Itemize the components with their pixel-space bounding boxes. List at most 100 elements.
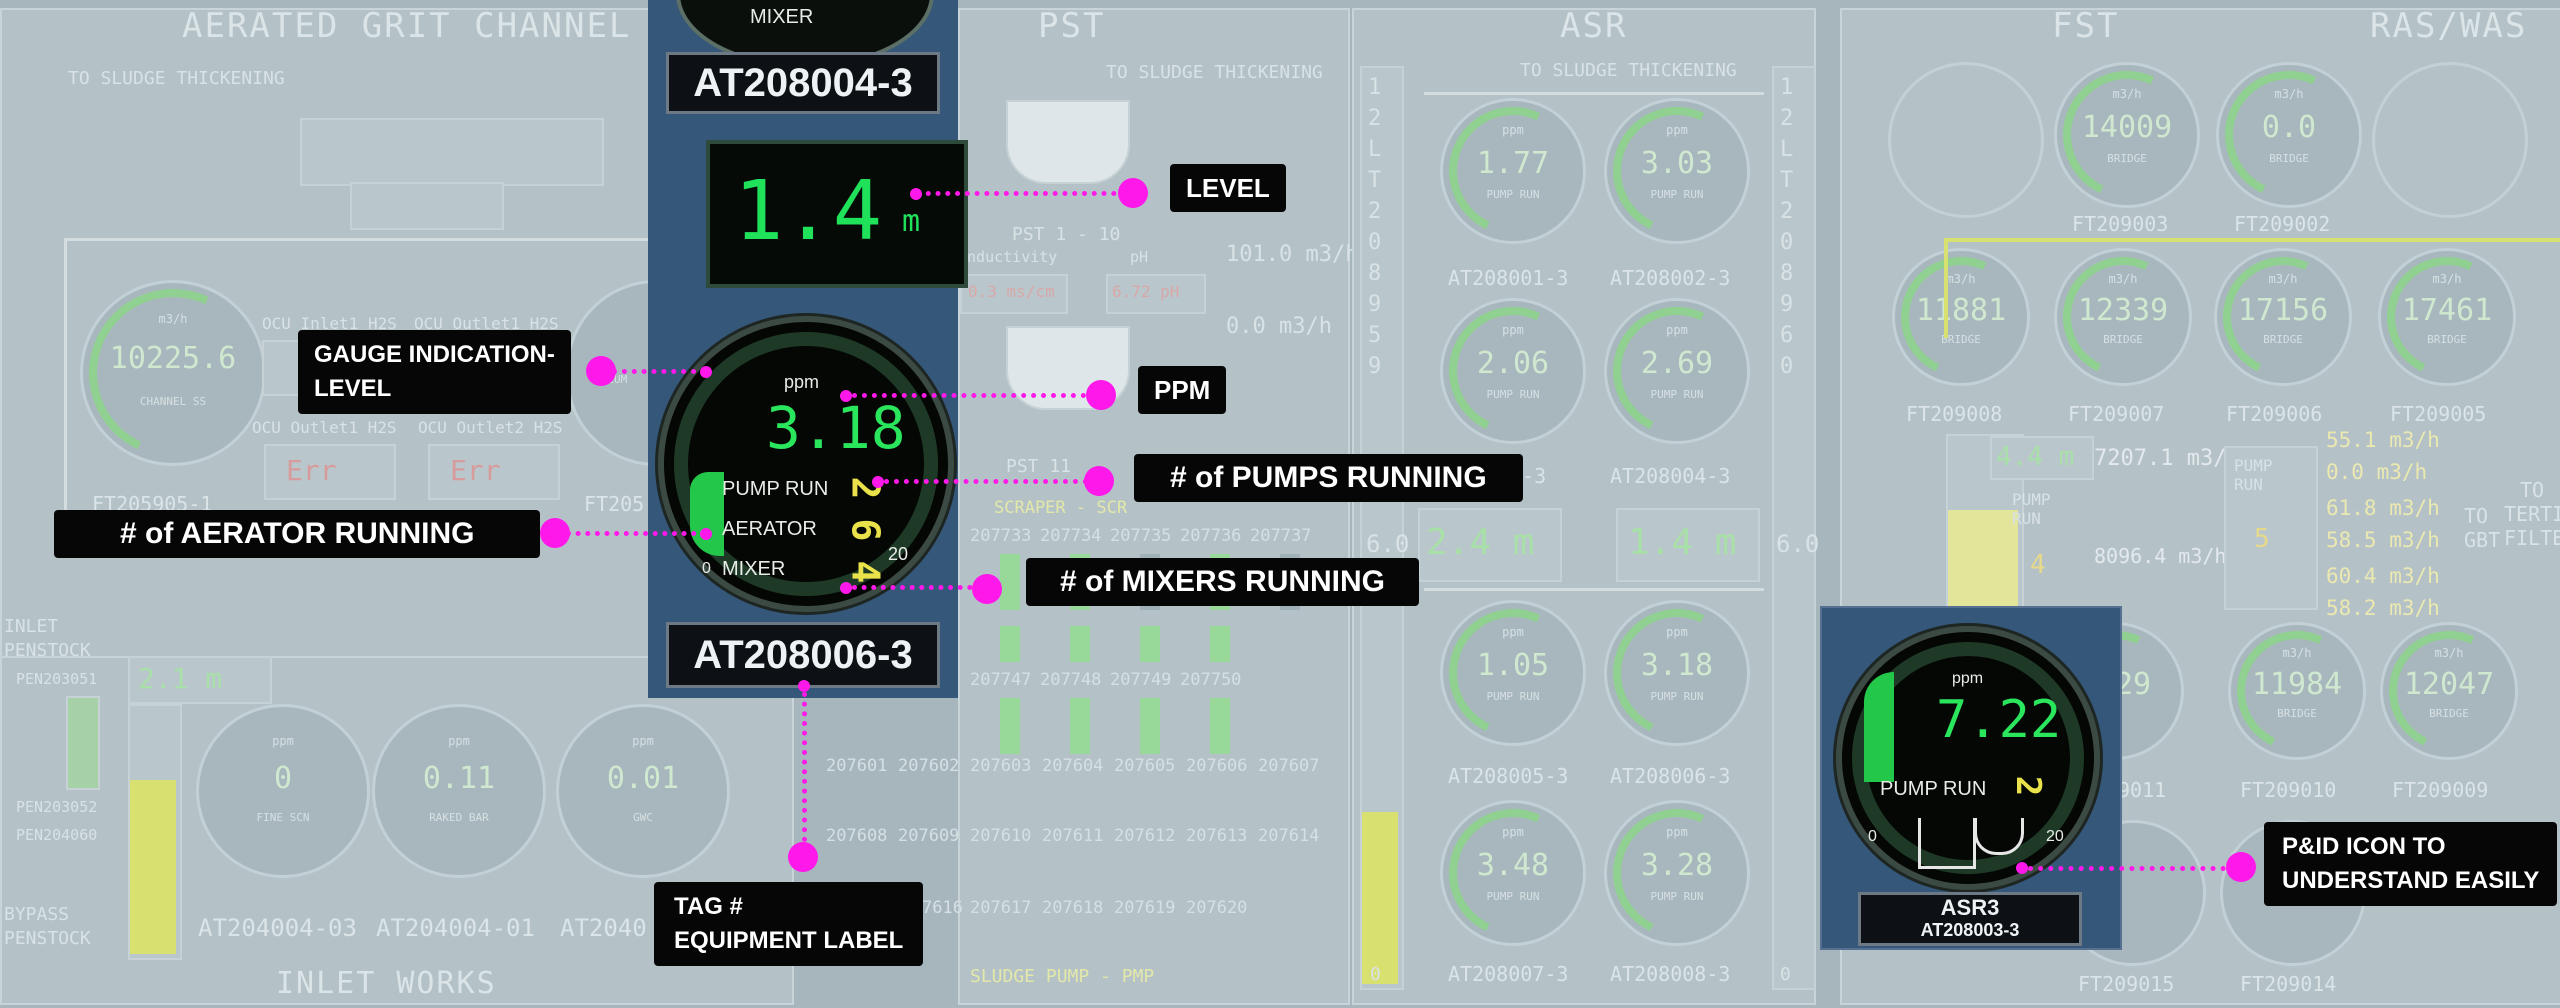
asr3-tag: AT208003-3	[1920, 920, 2020, 940]
gauge-indication-leader	[612, 369, 706, 374]
pump-row-3f: 207606	[1186, 756, 1248, 776]
gwc-tag: AT2040	[560, 914, 647, 942]
scraper-bar	[1000, 554, 1020, 610]
pumps-leader	[884, 479, 1098, 484]
level-display: 1.4 m	[706, 140, 968, 288]
scraper-bar	[1070, 626, 1090, 662]
level-value: 1.4	[734, 164, 883, 259]
ocu-label-3: OCU Outlet1 H2S	[252, 418, 397, 437]
asr-gauge-4: ppm 2.69 PUMP RUN	[1594, 288, 1760, 454]
scraper-bar	[1140, 626, 1160, 662]
asr-right-vertical: 12 L T 2 0 8 9 6 0	[1780, 75, 1794, 379]
pump-row-3d: 207604	[1042, 756, 1104, 776]
scraper-row-1d: 207736	[1180, 526, 1242, 546]
fst-flow-2: 8096.4 m3/h	[2094, 544, 2227, 568]
pump-row-3g: 207607	[1258, 756, 1320, 776]
level-leader	[916, 191, 1136, 196]
pump-row-4b: 207609	[898, 826, 960, 846]
asr-gauge-6: ppm 3.18 PUMP RUN	[1594, 590, 1760, 756]
scraper-row-2a: 207747	[970, 670, 1032, 690]
pst-ph-value: 6.72 pH	[1112, 282, 1180, 301]
callout-mixers: # of MIXERS RUNNING	[1026, 558, 1420, 606]
scraper-row-1e: 207737	[1250, 526, 1312, 546]
ppm-dot	[1086, 380, 1116, 410]
asr3-pump-run: PUMP RUN	[1880, 778, 1987, 800]
pen204060-label: PEN204060	[16, 826, 98, 844]
pump-row-3e: 207605	[1114, 756, 1176, 776]
ppm-unit: ppm	[784, 372, 820, 392]
aerator-leader	[566, 531, 706, 536]
asr3-level-bar	[1864, 672, 1894, 782]
asr-tag-2: AT208002-3	[1610, 266, 1731, 290]
tag-dot	[788, 842, 818, 872]
scraper-bar	[1000, 698, 1020, 754]
scraper-bar	[1000, 626, 1020, 662]
asr-left-val: 6.0	[1366, 530, 1410, 558]
grit-level-fill	[130, 780, 176, 954]
gwc-gauge: ppm 0.01 GWC	[556, 704, 730, 878]
pst-conductivity-label: onductivity	[958, 248, 1058, 266]
callout-aerator: # of AERATOR RUNNING	[54, 510, 541, 558]
asr-tag-4: AT208004-3	[1610, 464, 1731, 488]
scraper-row-2c: 207749	[1110, 670, 1172, 690]
asr-gauge-2: ppm 3.03 PUMP RUN	[1594, 88, 1760, 254]
penstock-indicator	[66, 696, 100, 790]
pump-row-3c: 207603	[970, 756, 1032, 776]
level-dot	[1118, 178, 1148, 208]
asr-level-right-value: 1.4 m	[1628, 522, 1737, 563]
asr-to-sludge-label: TO SLUDGE THICKENING	[1520, 60, 1737, 81]
fst-right-flow-3: 61.8 m3/h	[2326, 496, 2440, 520]
ppm-value: 3.18	[766, 394, 906, 462]
fst-tag-8: FT209010	[2240, 778, 2337, 802]
asr-tag-8: AT208008-3	[1610, 962, 1731, 986]
ppm-leader	[852, 393, 1106, 398]
aerator-anchor	[700, 528, 712, 540]
pst-ph-label: pH	[1130, 248, 1149, 266]
scraper-bar	[1210, 626, 1230, 662]
fst-gauge-6: m3/h 17461 BRIDGE	[2370, 240, 2524, 394]
callout-ppm: PPM	[1138, 366, 1227, 414]
pump-run-label: PUMP RUN	[722, 478, 829, 500]
fst-tag-6: FT209005	[2390, 402, 2487, 426]
scraper-bar	[1140, 698, 1160, 754]
equipment-tag: AT208006-3	[666, 622, 940, 688]
scraper-row-1: 207733	[970, 526, 1032, 546]
pump-row-5e: 207620	[1186, 898, 1248, 918]
scraper-bar	[1210, 698, 1230, 754]
asr3-name: ASR3	[1940, 895, 2000, 920]
asr-title: ASR	[1560, 6, 1628, 46]
asr-left-fill	[1362, 812, 1398, 984]
grit-line	[64, 238, 648, 241]
scraper-row-1c: 207735	[1110, 526, 1172, 546]
fst-gauge-4: m3/h 12339 BRIDGE	[2046, 240, 2200, 394]
level-unit: m	[902, 204, 921, 239]
asr-box-bottom	[1424, 588, 1764, 591]
scraper-row-1b: 207734	[1040, 526, 1102, 546]
pump-row-5b: 207617	[970, 898, 1032, 918]
asr3-tag-box: ASR3 AT208003-3	[1858, 892, 2082, 946]
grit-tank-box	[300, 118, 604, 186]
fst-tag-2: FT209002	[2234, 212, 2331, 236]
pump-row-3b: 207602	[898, 756, 960, 776]
pump-row-4f: 207613	[1186, 826, 1248, 846]
fst-tag-4: FT209007	[2068, 402, 2165, 426]
penstock-label: PENSTOCK	[4, 640, 91, 661]
asr-right-val: 6.0	[1776, 530, 1820, 558]
fst-yellow-h1	[1944, 238, 2560, 242]
asr3-inset: ppm 7.22 PUMP RUN 2 0 20 ASR3 AT208003-3	[1820, 606, 2122, 950]
asr3-ppm-value: 7.22	[1936, 690, 2062, 750]
grit-level-value: 2.1 m	[138, 662, 223, 695]
fst-right-flow-4: 58.5 m3/h	[2326, 528, 2440, 552]
asr-zero-right: 0	[1780, 964, 1791, 985]
pid-clarifier-icon	[1974, 818, 2024, 855]
scraper-label: SCRAPER - SCR	[994, 498, 1128, 518]
callout-gauge-indication: GAUGE INDICATION- LEVEL	[298, 330, 571, 414]
callout-tag: TAG # EQUIPMENT LABEL	[654, 882, 924, 966]
ocu-outlet1-err: Err	[286, 454, 337, 487]
inlet-works-title: INLET WORKS	[276, 966, 497, 1001]
raked-bar-tag: AT204004-01	[376, 914, 535, 942]
fst-gauge-1: m3/h 14009 BRIDGE	[2044, 52, 2210, 218]
fst-tag-9: FT209009	[2392, 778, 2489, 802]
pump-row-4c: 207610	[970, 826, 1032, 846]
level-anchor	[910, 188, 922, 200]
